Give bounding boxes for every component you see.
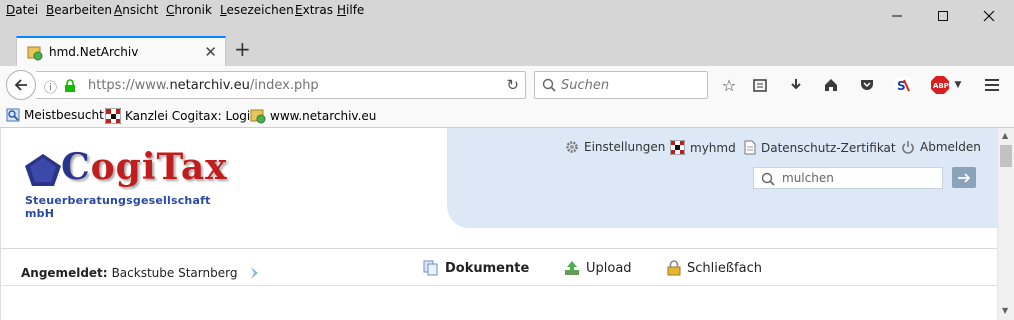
maximize-icon	[938, 11, 948, 21]
back-button[interactable]	[6, 70, 36, 100]
close-icon	[983, 10, 995, 22]
navigation-bar: ⓘ https://www.netarchiv.eu/index.php ↻ S…	[0, 66, 1014, 104]
document-search-value: mulchen	[782, 171, 834, 185]
close-window-button[interactable]	[966, 0, 1012, 32]
power-icon	[902, 141, 914, 154]
scroll-up-icon[interactable]: ▲	[1002, 131, 1008, 140]
chevron-right-icon[interactable]	[249, 266, 261, 280]
download-icon[interactable]	[786, 75, 806, 95]
menu-datei[interactable]: Datei	[6, 3, 38, 17]
back-arrow-icon	[14, 79, 27, 91]
home-icon[interactable]	[821, 75, 841, 95]
vertical-scrollbar[interactable]: ▲ ▼	[997, 128, 1014, 320]
most-visited-icon	[6, 108, 20, 122]
bookmark-netarchiv[interactable]: www.netarchiv.eu	[250, 108, 376, 124]
page-content: CogiTax Steuerberatungsgesellschaft mbH …	[0, 128, 998, 320]
logo-wordmark: CogiTax	[61, 146, 228, 188]
documents-icon	[423, 260, 438, 276]
header-divider	[1, 248, 998, 249]
minimize-icon	[892, 15, 902, 17]
logged-in-name: Backstube Starnberg	[111, 266, 238, 280]
netarchiv-favicon-icon	[27, 46, 43, 61]
arrow-right-icon	[958, 172, 971, 183]
gear-icon	[566, 141, 578, 153]
logo-pentagon-icon	[25, 154, 61, 186]
logged-in-label: Angemeldet:	[21, 266, 108, 280]
search-submit-button[interactable]	[952, 167, 976, 188]
hamburger-menu-icon[interactable]	[982, 75, 1002, 95]
reading-list-icon[interactable]	[750, 75, 770, 95]
netarchiv-favicon-icon	[250, 109, 266, 124]
cogitax-checker-icon	[105, 108, 121, 124]
svg-text:ABP: ABP	[933, 82, 949, 90]
bookmark-label: Kanzlei Cogitax: Login	[125, 109, 258, 123]
menu-ansicht[interactable]: Ansicht	[114, 3, 158, 17]
myhmd-link[interactable]: myhmd	[670, 140, 736, 155]
bookmark-star-icon[interactable]: ☆	[719, 75, 739, 95]
extension-s-icon[interactable]: S	[893, 75, 913, 95]
adblock-dropdown-icon[interactable]: ▼	[948, 75, 968, 95]
bookmarks-toolbar: Meistbesucht Kanzlei Cogitax: Login www.…	[0, 104, 1014, 128]
search-icon	[542, 78, 556, 92]
scrollbar-thumb[interactable]	[1000, 145, 1012, 167]
menu-bar: Datei Bearbeiten Ansicht Chronik Lesezei…	[0, 0, 1014, 24]
tab-close-icon[interactable]: ✕	[204, 43, 217, 61]
nav-locker[interactable]: Schließfach	[667, 260, 762, 276]
bookmark-label: Meistbesucht	[24, 108, 104, 122]
reload-icon[interactable]: ↻	[506, 76, 519, 94]
info-icon[interactable]: ⓘ	[44, 77, 57, 96]
menu-bearbeiten[interactable]: Bearbeiten	[46, 3, 112, 17]
tab-title: hmd.NetArchiv	[49, 45, 139, 59]
header-panel: Einstellungen myhmd Datenschutz-Zertifik…	[447, 128, 998, 228]
bookmark-label: www.netarchiv.eu	[270, 109, 377, 123]
menu-extras[interactable]: Extras	[295, 3, 333, 17]
url-bar[interactable]: ⓘ https://www.netarchiv.eu/index.php ↻	[36, 71, 526, 99]
new-tab-button[interactable]: +	[234, 38, 251, 60]
url-text: https://www.netarchiv.eu/index.php	[88, 78, 319, 93]
settings-link[interactable]: Einstellungen	[565, 140, 665, 154]
logged-in-user: Angemeldet: Backstube Starnberg	[21, 266, 261, 280]
pocket-icon[interactable]	[857, 75, 877, 95]
nav-upload[interactable]: Upload	[564, 260, 632, 276]
document-icon	[744, 140, 756, 155]
menu-lesezeichen[interactable]: Lesezeichen	[220, 3, 294, 17]
nav-divider	[1, 285, 998, 286]
privacy-certificate-link[interactable]: Datenschutz-Zertifikat	[744, 140, 896, 155]
document-search-input[interactable]: mulchen	[753, 167, 943, 189]
bookmark-meistbesucht[interactable]: Meistbesucht	[6, 108, 104, 122]
web-search-placeholder: Suchen	[561, 78, 610, 93]
upload-icon	[565, 261, 579, 275]
cogitax-logo[interactable]: CogiTax Steuerberatungsgesellschaft mbH	[23, 146, 243, 220]
padlock-icon	[667, 260, 681, 276]
menu-hilfe[interactable]: Hilfe	[337, 3, 364, 17]
menu-chronik[interactable]: Chronik	[166, 3, 212, 17]
lock-icon	[65, 79, 75, 92]
bookmark-kanzlei-cogitax[interactable]: Kanzlei Cogitax: Login	[105, 108, 258, 124]
browser-tab[interactable]: hmd.NetArchiv ✕	[16, 36, 226, 66]
myhmd-checker-icon	[670, 140, 685, 155]
web-search-bar[interactable]: Suchen	[534, 71, 708, 99]
search-icon	[761, 172, 775, 186]
logout-link[interactable]: Abmelden	[901, 140, 981, 154]
minimize-button[interactable]	[874, 0, 920, 32]
nav-documents[interactable]: Dokumente	[423, 260, 529, 276]
adblock-plus-icon[interactable]: ABP	[930, 75, 950, 95]
scroll-down-icon[interactable]: ▼	[1002, 306, 1008, 315]
logo-subtitle: Steuerberatungsgesellschaft mbH	[25, 194, 211, 220]
maximize-button[interactable]	[920, 0, 966, 32]
